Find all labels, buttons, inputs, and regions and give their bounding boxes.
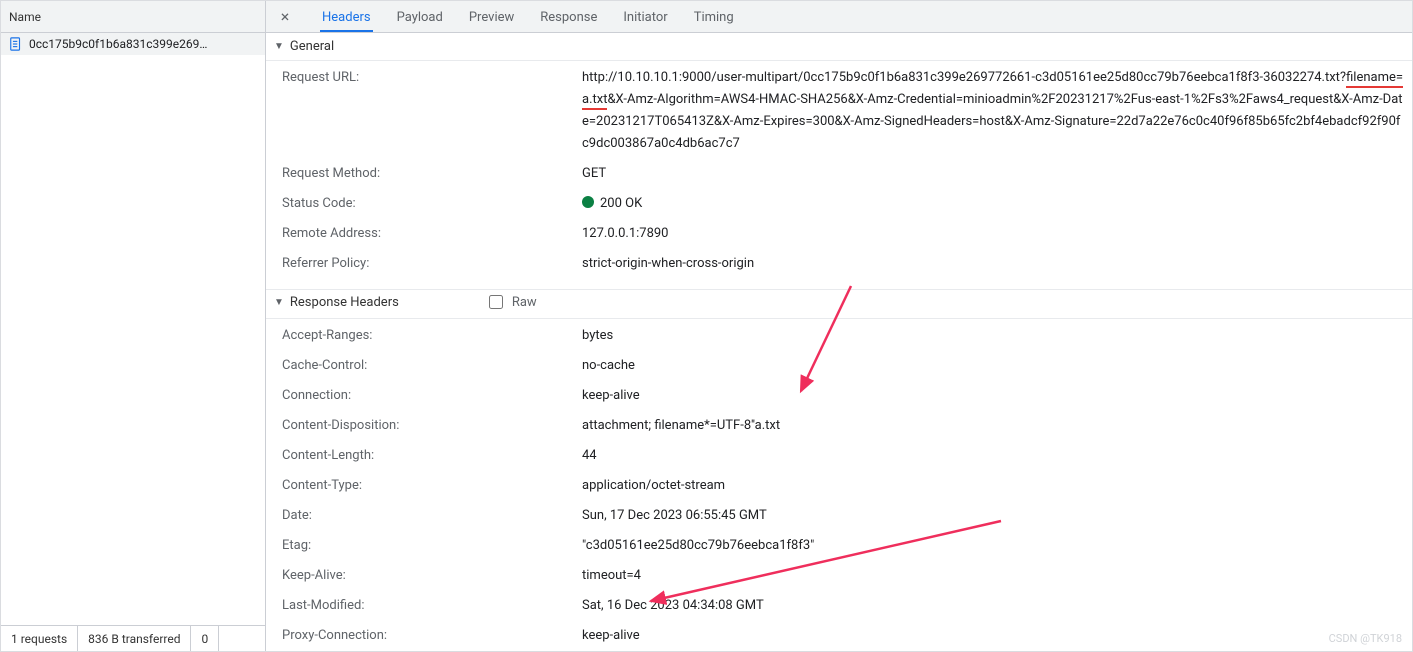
status-code-text: 200 OK	[600, 196, 642, 211]
url-part-post: &X-Amz-Algorithm=AWS4-HMAC-SHA256&X-Amz-…	[582, 92, 1403, 151]
value-status-code: 200 OK	[582, 193, 1404, 215]
raw-checkbox[interactable]	[489, 295, 503, 309]
response-header-label: Date:	[282, 505, 582, 527]
file-icon	[9, 37, 23, 51]
response-header-value: Sat, 16 Dec 2023 04:34:08 GMT	[582, 595, 1404, 617]
status-dot-icon	[582, 196, 594, 208]
tab-response[interactable]: Response	[538, 3, 599, 31]
row-referrer-policy: Referrer Policy: strict-origin-when-cros…	[266, 249, 1412, 279]
response-header-row: Accept-Ranges:bytes	[266, 321, 1412, 351]
close-icon: ×	[281, 9, 290, 25]
response-header-label: Accept-Ranges:	[282, 325, 582, 347]
section-general-header[interactable]: ▼ General	[266, 33, 1412, 61]
response-header-label: Content-Length:	[282, 445, 582, 467]
section-response-headers-header[interactable]: ▼ Response Headers Raw	[266, 289, 1412, 319]
value-request-url[interactable]: http://10.10.10.1:9000/user-multipart/0c…	[582, 67, 1404, 155]
response-header-label: Proxy-Connection:	[282, 625, 582, 647]
footer-extra: 0	[191, 626, 219, 651]
label-request-url: Request URL:	[282, 67, 582, 89]
devtools-network-panel: Name 0cc175b9c0f1b6a831c399e269… 1 reque…	[0, 0, 1413, 652]
headers-details: ▼ General Request URL: http://10.10.10.1…	[266, 33, 1412, 651]
footer-transferred: 836 B transferred	[78, 626, 191, 651]
value-referrer-policy: strict-origin-when-cross-origin	[582, 253, 1404, 275]
request-list-header[interactable]: Name	[1, 1, 265, 33]
response-header-label: Connection:	[282, 385, 582, 407]
response-header-value: application/octet-stream	[582, 475, 1404, 497]
response-header-row: Connection:keep-alive	[266, 381, 1412, 411]
response-header-value: Sun, 17 Dec 2023 06:55:45 GMT	[582, 505, 1404, 527]
response-header-value: timeout=4	[582, 565, 1404, 587]
response-header-row: Proxy-Connection:keep-alive	[266, 621, 1412, 651]
row-remote-address: Remote Address: 127.0.0.1:7890	[266, 219, 1412, 249]
request-list-footer: 1 requests 836 B transferred 0	[1, 625, 265, 651]
response-header-value: "c3d05161ee25d80cc79b76eebca1f8f3"	[582, 535, 1404, 557]
response-header-row: Last-Modified:Sat, 16 Dec 2023 04:34:08 …	[266, 591, 1412, 621]
response-header-label: Cache-Control:	[282, 355, 582, 377]
response-header-row: Keep-Alive:timeout=4	[266, 561, 1412, 591]
value-request-method: GET	[582, 163, 1404, 185]
column-name-label: Name	[9, 10, 41, 24]
section-general-body: Request URL: http://10.10.10.1:9000/user…	[266, 61, 1412, 285]
response-header-row: Date:Sun, 17 Dec 2023 06:55:45 GMT	[266, 501, 1412, 531]
response-header-row: Cache-Control:no-cache	[266, 351, 1412, 381]
response-header-row: Etag:"c3d05161ee25d80cc79b76eebca1f8f3"	[266, 531, 1412, 561]
section-response-headers-body: Accept-Ranges:bytesCache-Control:no-cach…	[266, 319, 1412, 651]
request-list-row[interactable]: 0cc175b9c0f1b6a831c399e269…	[1, 33, 265, 55]
response-header-row: Content-Length:44	[266, 441, 1412, 471]
url-part-pre: http://10.10.10.1:9000/user-multipart/0c…	[582, 70, 1346, 85]
triangle-down-icon: ▼	[274, 297, 284, 308]
request-list-pane: Name 0cc175b9c0f1b6a831c399e269… 1 reque…	[1, 1, 266, 651]
label-remote-address: Remote Address:	[282, 223, 582, 245]
response-header-label: Etag:	[282, 535, 582, 557]
request-list-body: 0cc175b9c0f1b6a831c399e269…	[1, 33, 265, 625]
tab-initiator[interactable]: Initiator	[621, 3, 669, 31]
tab-payload[interactable]: Payload	[395, 3, 445, 31]
response-header-label: Keep-Alive:	[282, 565, 582, 587]
raw-toggle[interactable]: Raw	[485, 292, 537, 312]
request-details-pane: × Headers Payload Preview Response Initi…	[266, 1, 1412, 651]
response-header-value: 44	[582, 445, 1404, 467]
response-header-label: Last-Modified:	[282, 595, 582, 617]
value-remote-address: 127.0.0.1:7890	[582, 223, 1404, 245]
label-referrer-policy: Referrer Policy:	[282, 253, 582, 275]
response-header-value: bytes	[582, 325, 1404, 347]
response-header-value: keep-alive	[582, 385, 1404, 407]
section-general-title: General	[290, 39, 334, 54]
triangle-down-icon: ▼	[274, 41, 284, 52]
response-header-value: keep-alive	[582, 625, 1404, 647]
close-details-button[interactable]: ×	[276, 8, 294, 26]
row-status-code: Status Code: 200 OK	[266, 189, 1412, 219]
details-tabs: × Headers Payload Preview Response Initi…	[266, 1, 1412, 33]
row-request-url: Request URL: http://10.10.10.1:9000/user…	[266, 63, 1412, 159]
response-header-label: Content-Type:	[282, 475, 582, 497]
raw-label: Raw	[512, 295, 537, 310]
label-request-method: Request Method:	[282, 163, 582, 185]
label-status-code: Status Code:	[282, 193, 582, 215]
tab-headers[interactable]: Headers	[320, 3, 373, 31]
section-response-headers-title: Response Headers	[290, 295, 399, 310]
response-header-label: Content-Disposition:	[282, 415, 582, 437]
footer-requests: 1 requests	[1, 626, 78, 651]
row-request-method: Request Method: GET	[266, 159, 1412, 189]
response-header-row: Content-Type:application/octet-stream	[266, 471, 1412, 501]
response-header-row: Content-Disposition:attachment; filename…	[266, 411, 1412, 441]
tab-preview[interactable]: Preview	[467, 3, 516, 31]
response-header-value: attachment; filename*=UTF-8''a.txt	[582, 415, 1404, 437]
response-header-value: no-cache	[582, 355, 1404, 377]
tab-timing[interactable]: Timing	[692, 3, 736, 31]
request-name-text: 0cc175b9c0f1b6a831c399e269…	[29, 37, 207, 51]
